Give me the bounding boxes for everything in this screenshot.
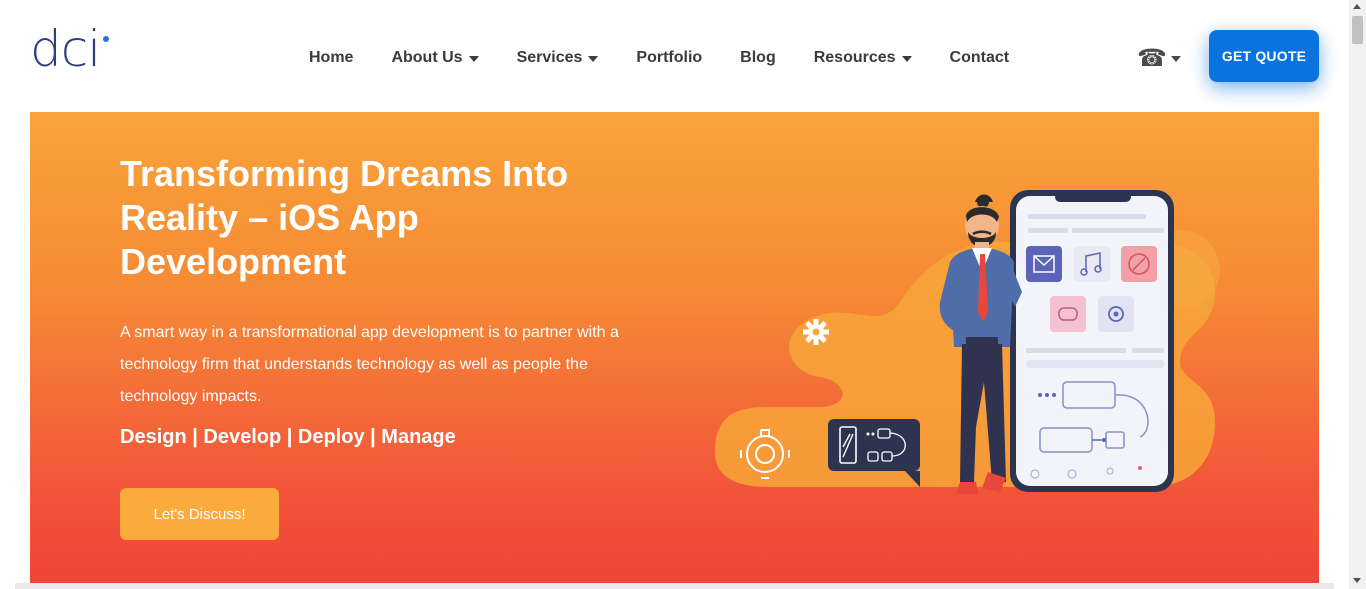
dci-logo[interactable]: dci	[30, 24, 120, 84]
nav-resources[interactable]: Resources	[795, 40, 931, 76]
phone-icon: ☎	[1137, 44, 1167, 72]
main-nav: Home About Us Services Portfolio Blog Re…	[290, 40, 1028, 76]
nav-blog[interactable]: Blog	[721, 40, 795, 76]
nav-about-us-label: About Us	[391, 49, 463, 66]
hero-banner: Transforming Dreams Into Reality – iOS A…	[30, 112, 1319, 583]
nav-services[interactable]: Services	[498, 40, 618, 76]
get-quote-button[interactable]: GET QUOTE	[1209, 30, 1319, 82]
nav-blog-label: Blog	[740, 49, 776, 66]
gamepad-icon	[1050, 296, 1086, 332]
vertical-scrollbar[interactable]	[1349, 0, 1366, 589]
nav-portfolio[interactable]: Portfolio	[617, 40, 721, 76]
site-header: dci Home About Us Services Portfolio Blo…	[0, 0, 1349, 112]
nav-about-us[interactable]: About Us	[372, 40, 497, 76]
nav-services-label: Services	[516, 49, 583, 66]
logo-text: dci	[30, 20, 101, 78]
caret-down-icon	[901, 56, 912, 62]
caret-down-icon	[1170, 56, 1181, 62]
caret-down-icon	[468, 56, 479, 62]
phone-dropdown[interactable]: ☎	[1137, 44, 1181, 72]
hero-tagline: Design | Develop | Deploy | Manage	[120, 426, 456, 448]
hero-description: A smart way in a transformational app de…	[120, 324, 619, 405]
logo-dot	[103, 36, 109, 42]
nav-home[interactable]: Home	[290, 40, 372, 76]
hero-title: Transforming Dreams Into Reality – iOS A…	[120, 153, 569, 282]
nav-resources-label: Resources	[813, 49, 896, 66]
nav-portfolio-label: Portfolio	[636, 49, 703, 66]
lets-discuss-button[interactable]: Let's Discuss!	[120, 488, 279, 540]
caret-down-icon	[588, 56, 599, 62]
nav-contact-label: Contact	[949, 49, 1010, 66]
music-icon	[1074, 246, 1110, 282]
gear-icon	[803, 319, 829, 345]
ios-developer-illustration	[715, 190, 1220, 494]
horizontal-scrollbar[interactable]	[15, 583, 1334, 589]
scrollbar-thumb[interactable]	[1352, 16, 1363, 44]
scroll-down-arrow-icon[interactable]	[1353, 578, 1361, 583]
nav-home-label: Home	[309, 49, 354, 66]
phone-mockup	[1010, 190, 1174, 492]
scroll-up-arrow-icon[interactable]	[1353, 4, 1361, 9]
nav-contact[interactable]: Contact	[931, 40, 1029, 76]
